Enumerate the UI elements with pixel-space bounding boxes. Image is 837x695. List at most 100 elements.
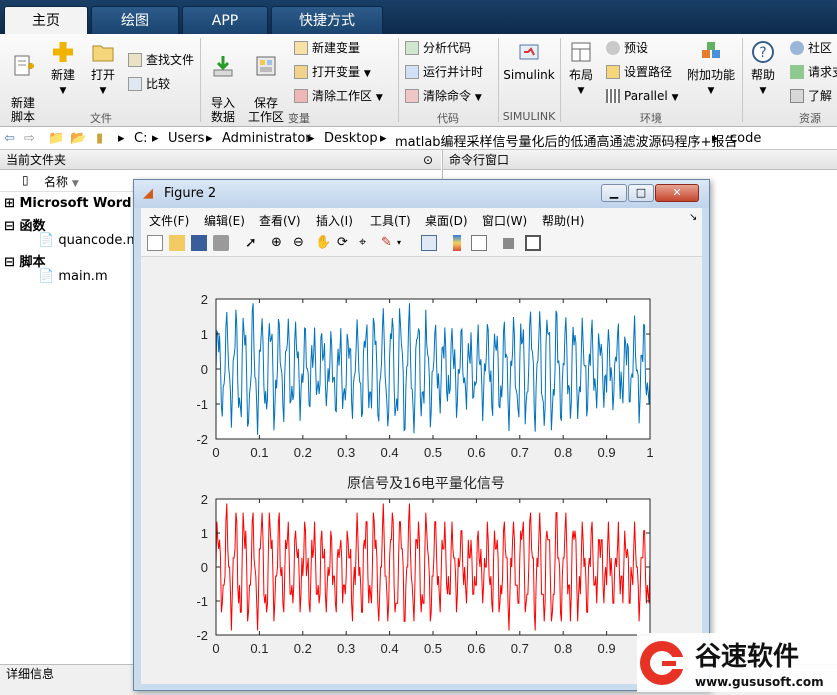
watermark: 谷速软件 www.gususoft.com [637, 633, 837, 692]
list-item[interactable]: 📄 main.m [38, 269, 108, 284]
open-file-icon[interactable] [169, 235, 185, 251]
x-tick-label: 0.9 [598, 641, 616, 656]
analyze-code-button[interactable]: 分析代码 [405, 40, 471, 56]
find-files-button[interactable]: 查找文件 [128, 52, 194, 68]
list-item[interactable]: ⊟ 脚本 [4, 251, 45, 270]
figure-window[interactable]: ◢ Figure 2 ▁ □ ✕ 文件(F) 编辑(E) 查看(V) 插入(I)… [133, 179, 710, 691]
code-group-label: 代码 [437, 112, 459, 125]
breadcrumb-code[interactable]: code [730, 131, 761, 146]
analyze-code-label: 分析代码 [423, 41, 472, 55]
link-plot-icon[interactable] [421, 235, 437, 251]
figure-title: Figure 2 [164, 186, 217, 201]
x-tick-label: 0.8 [554, 445, 572, 460]
layout-label: 布局 [568, 68, 593, 82]
back-arrow-icon[interactable]: ⇦ [4, 131, 15, 146]
collapse-icon[interactable]: ⊟ [4, 255, 15, 270]
panel-menu-icon[interactable]: ⊙ [423, 150, 433, 170]
run-and-time-button[interactable]: 运行并计时 [405, 64, 483, 80]
watermark-brand: 谷速软件 [695, 642, 799, 672]
set-path-button[interactable]: 设置路径 [606, 64, 672, 80]
tab-apps[interactable]: APP [182, 6, 268, 34]
show-plot-tools-icon[interactable] [525, 235, 541, 251]
breadcrumb-sep: ▸ [118, 131, 125, 146]
hide-plot-tools-icon[interactable] [503, 238, 514, 249]
new-label: 新建 [50, 68, 75, 82]
y-tick-label: -2 [196, 628, 208, 643]
close-button[interactable]: ✕ [655, 184, 699, 202]
run-and-time-icon [405, 65, 419, 79]
request-support-button[interactable]: 请求支 [790, 64, 837, 80]
dock-arrow-icon[interactable]: ↘ [689, 212, 697, 223]
name-column-header[interactable]: 名称 ▼ [44, 173, 79, 190]
expand-icon[interactable]: ⊞ [4, 196, 15, 211]
data-cursor-icon[interactable]: ⌖ [359, 235, 375, 251]
breadcrumb-users[interactable]: Users [168, 131, 204, 146]
current-folder-header: 当前文件夹 ⊙ [0, 150, 441, 170]
figure-titlebar[interactable]: ◢ Figure 2 ▁ □ ✕ [134, 180, 709, 208]
pointer-icon[interactable]: ➚ [245, 235, 261, 251]
addons-button[interactable]: 附加功能 ▼ [686, 40, 736, 98]
breadcrumb-administrator[interactable]: Administrator [222, 131, 311, 146]
compare-button[interactable]: 比较 [128, 76, 170, 92]
forward-arrow-icon[interactable]: ⇨ [24, 131, 35, 146]
zoom-out-icon[interactable]: ⊖ [293, 235, 309, 251]
simulink-label: Simulink [503, 68, 555, 82]
menu-insert[interactable]: 插入(I) [316, 212, 353, 229]
new-figure-icon[interactable] [147, 235, 163, 251]
breadcrumb-desktop[interactable]: Desktop [324, 131, 378, 146]
learn-button[interactable]: 了解 [790, 88, 832, 104]
rotate-3d-icon[interactable]: ⟳ [337, 235, 353, 251]
list-item[interactable]: ⊞ Microsoft Word 97 [4, 196, 154, 211]
pan-hand-icon[interactable]: ✋ [315, 235, 331, 251]
new-button[interactable]: 新建 ▼ [46, 40, 80, 98]
colorbar-icon[interactable] [453, 235, 461, 251]
list-item[interactable]: 📄 quancode.m [38, 233, 139, 248]
print-icon[interactable] [213, 235, 229, 251]
breadcrumb-sep: ▸ [308, 131, 315, 146]
command-window-title: 命令行窗口 [449, 153, 510, 167]
clear-workspace-button[interactable]: 清除工作区 ▼ [294, 88, 383, 106]
layout-button[interactable]: 布局 ▼ [564, 40, 598, 98]
tab-home[interactable]: 主页 [4, 6, 88, 34]
menu-file[interactable]: 文件(F) [149, 212, 189, 229]
menu-desktop[interactable]: 桌面(D) [425, 212, 468, 229]
collapse-icon[interactable]: ⊟ [4, 219, 15, 234]
browse-folder-icon[interactable]: 📂 [70, 131, 86, 146]
brush-dropdown-icon[interactable]: ▾ [397, 235, 413, 251]
community-button[interactable]: 社区 [790, 40, 832, 56]
x-tick-label: 0.5 [424, 641, 442, 656]
list-item[interactable]: ⊟ 函数 [4, 215, 45, 234]
import-icon [213, 56, 233, 77]
axes-top[interactable]: 0 0.1 0.2 0.3 0.4 0.5 0.6 0.7 0.8 0.9 1 2 1 0 -1 -2 [196, 292, 653, 460]
zoom-in-icon[interactable]: ⊕ [271, 235, 287, 251]
x-tick-label: 1 [646, 445, 653, 460]
minimize-button[interactable]: ▁ [601, 184, 627, 202]
clear-commands-button[interactable]: 清除命令 ▼ [405, 88, 482, 106]
tab-shortcuts[interactable]: 快捷方式 [271, 6, 383, 34]
tab-plots[interactable]: 绘图 [91, 6, 179, 34]
preferences-button[interactable]: 预设 [606, 40, 648, 56]
breadcrumb-sep: ▸ [712, 131, 719, 146]
simulink-button[interactable]: Simulink [502, 40, 556, 82]
axes-bottom[interactable]: 0 0.1 0.2 0.3 0.4 0.5 0.6 0.7 0.8 0.9 2 1 0 -1 -2 [196, 492, 651, 656]
open-variable-button[interactable]: 打开变量 ▼ [294, 64, 371, 82]
menu-view[interactable]: 查看(V) [259, 212, 301, 229]
legend-icon[interactable] [471, 235, 487, 251]
save-icon[interactable] [191, 235, 207, 251]
up-folder-icon[interactable]: 📁 [48, 131, 64, 146]
variable-group-label: 变量 [288, 112, 310, 125]
addons-icon [702, 42, 720, 58]
menu-help[interactable]: 帮助(H) [542, 212, 584, 229]
breadcrumb-c[interactable]: C: [134, 131, 147, 146]
ribbon-separator [742, 38, 743, 122]
menu-edit[interactable]: 编辑(E) [204, 212, 245, 229]
maximize-button[interactable]: □ [628, 184, 654, 202]
help-button[interactable]: ? 帮助 ▼ [746, 40, 780, 98]
menu-window[interactable]: 窗口(W) [482, 212, 527, 229]
menu-tools[interactable]: 工具(T) [370, 212, 411, 229]
breadcrumb-project-folder[interactable]: matlab编程采样信号量化后的低通高通滤波源码程序+报告 [395, 131, 737, 150]
open-button[interactable]: 打开 ▼ [86, 40, 120, 98]
parallel-button[interactable]: Parallel ▼ [606, 88, 678, 106]
new-variable-button[interactable]: 新建变量 [294, 40, 360, 56]
brush-icon[interactable]: ✎ [381, 235, 397, 251]
